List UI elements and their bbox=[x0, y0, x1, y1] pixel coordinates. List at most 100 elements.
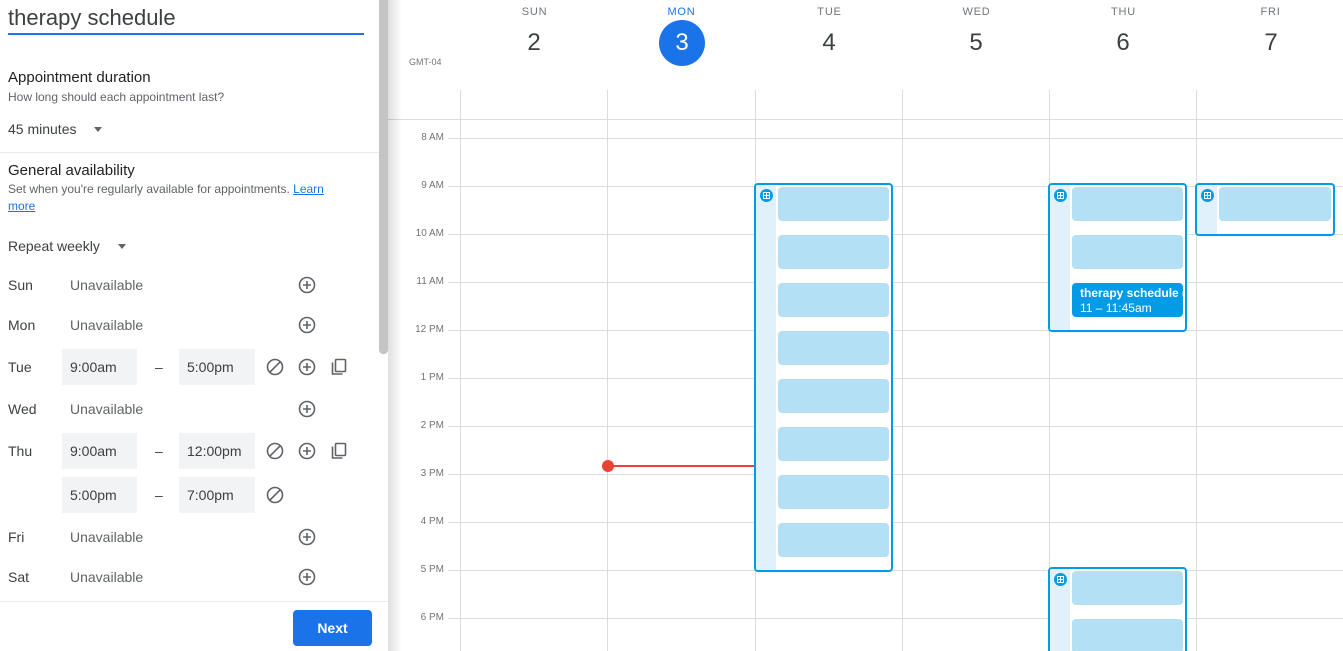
block-icon[interactable] bbox=[265, 485, 285, 505]
title-input[interactable]: therapy schedule bbox=[8, 4, 364, 35]
appointment-slot[interactable] bbox=[778, 475, 889, 509]
availability-block-thu-evening[interactable] bbox=[1048, 567, 1187, 651]
day-of-week: THU bbox=[1110, 6, 1136, 18]
hour-line bbox=[448, 522, 1343, 523]
copy-icon[interactable] bbox=[329, 441, 349, 461]
copy-icon[interactable] bbox=[329, 357, 349, 377]
availability-subtitle: Set when you're regularly available for … bbox=[8, 181, 353, 215]
duration-subtitle: How long should each appointment last? bbox=[8, 90, 225, 104]
start-time-input[interactable]: 5:00pm bbox=[62, 477, 137, 513]
day-status: Unavailable bbox=[70, 317, 144, 333]
appointment-slot[interactable] bbox=[778, 235, 889, 269]
day-row-wed: Wed Unavailable bbox=[0, 391, 380, 427]
day-row-thu: Thu 9:00am – 12:00pm bbox=[0, 433, 380, 469]
duration-title: Appointment duration bbox=[8, 69, 151, 86]
day-status: Unavailable bbox=[70, 277, 144, 293]
time-separator: – bbox=[155, 443, 163, 459]
appointment-slot[interactable] bbox=[778, 331, 889, 365]
day-number-today[interactable]: 3 bbox=[659, 20, 705, 66]
availability-block-fri[interactable] bbox=[1195, 183, 1335, 236]
hour-label: 12 PM bbox=[415, 324, 444, 335]
appointment-slot[interactable] bbox=[778, 427, 889, 461]
add-circle-icon[interactable] bbox=[297, 399, 317, 419]
day-of-week: MON bbox=[667, 6, 696, 18]
hour-label: 10 AM bbox=[415, 228, 444, 239]
end-time-input[interactable]: 12:00pm bbox=[179, 433, 255, 469]
day-row-thu-second: 5:00pm – 7:00pm bbox=[0, 477, 380, 513]
day-column-line bbox=[607, 90, 608, 651]
appointment-slot[interactable] bbox=[778, 187, 889, 221]
caret-down-icon bbox=[117, 243, 126, 249]
add-circle-icon[interactable] bbox=[297, 315, 317, 335]
hour-label: 8 AM bbox=[421, 132, 444, 143]
repeat-value: Repeat weekly bbox=[8, 238, 100, 254]
grid-icon bbox=[760, 189, 773, 202]
hour-line bbox=[448, 426, 1343, 427]
time-separator: – bbox=[155, 487, 163, 503]
booked-appointment-time: 11 – 11:45am bbox=[1080, 301, 1152, 315]
end-time-input[interactable]: 7:00pm bbox=[179, 477, 255, 513]
start-time-input[interactable]: 9:00am bbox=[62, 349, 137, 385]
day-row-sat: Sat Unavailable bbox=[0, 559, 380, 595]
day-label: Sat bbox=[8, 569, 30, 585]
appointment-slot[interactable] bbox=[778, 379, 889, 413]
add-circle-icon[interactable] bbox=[297, 357, 317, 377]
day-number[interactable]: 6 bbox=[1100, 20, 1146, 66]
day-label: Wed bbox=[8, 401, 37, 417]
end-time-input[interactable]: 5:00pm bbox=[179, 349, 255, 385]
day-label: Tue bbox=[8, 359, 32, 375]
day-row-tue: Tue 9:00am – 5:00pm bbox=[0, 349, 380, 385]
day-status: Unavailable bbox=[70, 569, 144, 585]
appointment-slot[interactable] bbox=[1072, 619, 1183, 651]
grid-icon bbox=[1054, 189, 1067, 202]
scrollbar[interactable] bbox=[379, 0, 388, 354]
hour-line bbox=[448, 618, 1343, 619]
add-circle-icon[interactable] bbox=[297, 441, 317, 461]
day-status: Unavailable bbox=[70, 401, 144, 417]
next-button[interactable]: Next bbox=[293, 610, 372, 646]
availability-block-thu-morning[interactable]: therapy schedule ( 11 – 11:45am bbox=[1048, 183, 1187, 332]
appointment-slot[interactable] bbox=[1219, 187, 1331, 221]
panel-scroll-area: therapy schedule Appointment duration Ho… bbox=[0, 0, 380, 600]
appointment-slot[interactable] bbox=[1072, 571, 1183, 605]
day-number[interactable]: 7 bbox=[1248, 20, 1294, 66]
hour-label: 5 PM bbox=[420, 564, 444, 575]
hour-label: 11 AM bbox=[416, 276, 444, 287]
week-calendar: GMT-04 SUN 2 MON 3 TUE 4 WED 5 THU 6 FRI… bbox=[388, 0, 1343, 651]
timezone-label: GMT-04 bbox=[409, 57, 442, 67]
add-circle-icon[interactable] bbox=[297, 527, 317, 547]
day-row-mon: Mon Unavailable bbox=[0, 307, 380, 343]
availability-block-tue[interactable] bbox=[754, 183, 893, 572]
appointment-slot[interactable] bbox=[1072, 187, 1183, 221]
hour-label: 9 AM bbox=[421, 180, 444, 191]
day-label: Sun bbox=[8, 277, 33, 293]
appointment-slot[interactable] bbox=[1072, 235, 1183, 269]
add-circle-icon[interactable] bbox=[297, 567, 317, 587]
day-label: Thu bbox=[8, 443, 33, 459]
availability-strip bbox=[756, 185, 776, 570]
availability-title: General availability bbox=[8, 162, 135, 179]
day-of-week: TUE bbox=[817, 6, 842, 18]
hour-line bbox=[448, 378, 1343, 379]
add-circle-icon[interactable] bbox=[297, 275, 317, 295]
repeat-dropdown[interactable]: Repeat weekly bbox=[8, 238, 126, 254]
grid-icon bbox=[1201, 189, 1214, 202]
day-label: Mon bbox=[8, 317, 36, 333]
day-number[interactable]: 4 bbox=[806, 20, 852, 66]
booked-appointment-title: therapy schedule ( bbox=[1080, 286, 1183, 300]
block-icon[interactable] bbox=[265, 441, 285, 461]
duration-dropdown[interactable]: 45 minutes bbox=[8, 121, 103, 137]
day-number[interactable]: 2 bbox=[511, 20, 557, 66]
day-number[interactable]: 5 bbox=[953, 20, 999, 66]
block-icon[interactable] bbox=[265, 357, 285, 377]
time-separator: – bbox=[155, 359, 163, 375]
hour-line bbox=[448, 474, 1343, 475]
day-status: Unavailable bbox=[70, 529, 144, 545]
day-of-week: SUN bbox=[521, 6, 548, 18]
divider bbox=[0, 601, 388, 602]
appointment-slot[interactable] bbox=[778, 283, 889, 317]
appointment-slot[interactable] bbox=[778, 523, 889, 557]
booked-appointment[interactable]: therapy schedule ( 11 – 11:45am bbox=[1072, 283, 1183, 317]
day-of-week: FRI bbox=[1260, 6, 1281, 18]
start-time-input[interactable]: 9:00am bbox=[62, 433, 137, 469]
